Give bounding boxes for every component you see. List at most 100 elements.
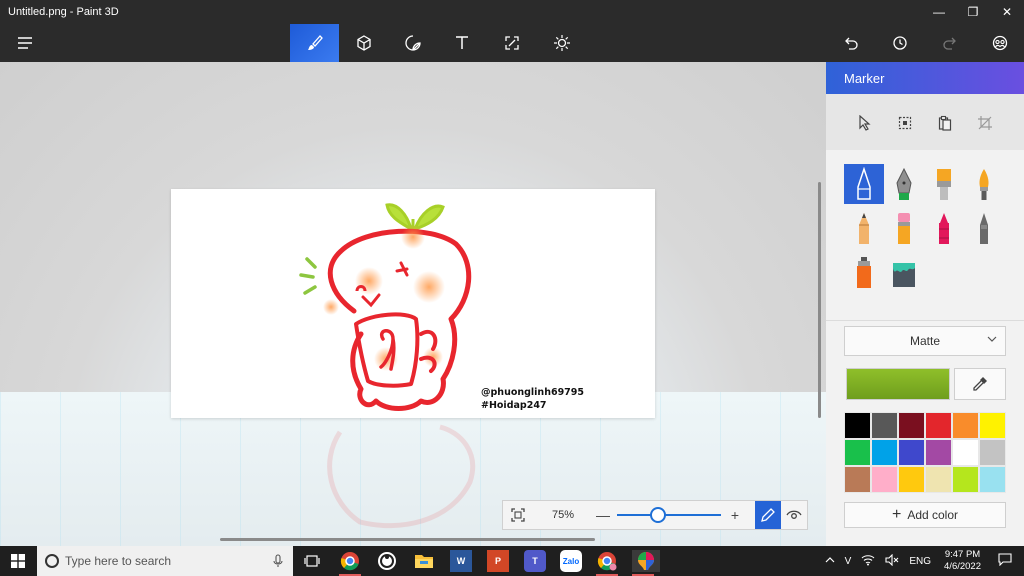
drawing-artwork: @phuonglinh69795 #Hoidap247	[299, 203, 584, 411]
taskbar-obs[interactable]	[376, 550, 398, 572]
undo-button[interactable]	[826, 24, 875, 62]
watermark-hashtag: #Hoidap247	[481, 400, 547, 411]
canvas-workspace[interactable]: @phuonglinh69795 #Hoidap247 75% — +	[0, 62, 826, 546]
network-button[interactable]	[861, 554, 875, 569]
tab-effects[interactable]	[537, 24, 586, 62]
brush-pencil[interactable]	[844, 208, 884, 248]
brush-spray-can[interactable]	[844, 252, 884, 292]
view-mode-button[interactable]	[781, 501, 807, 529]
community-icon	[992, 35, 1007, 51]
community-button[interactable]	[975, 24, 1024, 62]
color-swatch[interactable]	[844, 439, 871, 466]
taskbar-search[interactable]: Type here to search	[37, 546, 293, 576]
color-swatch[interactable]	[844, 466, 871, 493]
color-swatch[interactable]	[898, 466, 925, 493]
volume-button[interactable]	[885, 553, 899, 569]
color-swatch[interactable]	[979, 466, 1006, 493]
close-button[interactable]: ✕	[990, 0, 1024, 24]
finish-dropdown[interactable]: Matte	[844, 326, 1006, 356]
color-swatch[interactable]	[871, 412, 898, 439]
effects-icon	[553, 35, 570, 51]
drawing-canvas[interactable]: @phuonglinh69795 #Hoidap247	[171, 189, 655, 418]
tab-stickers[interactable]	[388, 24, 437, 62]
brush-watercolor[interactable]	[964, 164, 1004, 204]
notifications-button[interactable]	[998, 553, 1012, 569]
task-view-button[interactable]	[301, 550, 323, 572]
taskbar-word[interactable]: W	[450, 550, 472, 572]
brush-oil[interactable]	[924, 164, 964, 204]
eyedropper-button[interactable]	[954, 368, 1006, 400]
watermark-username: @phuonglinh69795	[481, 387, 584, 398]
brush-crayon[interactable]	[924, 208, 964, 248]
vertical-scrollbar[interactable]	[818, 182, 821, 418]
redo-button[interactable]	[925, 24, 974, 62]
taskbar-chrome-profile[interactable]	[596, 550, 618, 576]
fit-to-screen-button[interactable]	[503, 501, 533, 529]
current-color-swatch[interactable]	[846, 368, 950, 400]
color-swatch[interactable]	[952, 439, 979, 466]
brush-eraser[interactable]	[884, 208, 924, 248]
brush-calligraphy-pen[interactable]	[884, 164, 924, 204]
language-indicator[interactable]: ENG	[909, 556, 931, 567]
taskbar-file-explorer[interactable]	[413, 550, 435, 572]
clipboard-icon	[938, 115, 952, 131]
minimize-button[interactable]: —	[922, 0, 956, 24]
draw-mode-button[interactable]	[755, 501, 781, 529]
tab-canvas[interactable]	[487, 24, 536, 62]
start-button[interactable]	[0, 546, 36, 576]
ime-indicator[interactable]: V	[845, 556, 852, 567]
microphone-icon[interactable]	[273, 554, 283, 568]
color-swatch[interactable]	[898, 412, 925, 439]
title-bar: Untitled.png - Paint 3D — ❐ ✕	[0, 0, 1024, 24]
taskbar-teams[interactable]: T	[524, 550, 546, 572]
paste-tool-button[interactable]	[934, 112, 956, 134]
color-swatch[interactable]	[898, 439, 925, 466]
add-color-label: Add color	[907, 508, 959, 522]
restore-button[interactable]: ❐	[956, 0, 990, 24]
horizontal-scrollbar[interactable]	[220, 538, 595, 541]
zoom-slider-thumb[interactable]	[650, 507, 667, 523]
color-swatch[interactable]	[925, 439, 952, 466]
brush-fill[interactable]	[884, 252, 924, 292]
obs-icon	[378, 552, 396, 570]
taskbar-clock[interactable]: 9:47 PM 4/6/2022	[944, 549, 981, 573]
color-swatch[interactable]	[844, 412, 871, 439]
menu-button[interactable]	[0, 24, 49, 62]
tab-brushes[interactable]	[290, 24, 339, 62]
brush-panel: Marker Matte + Add color	[826, 62, 1024, 546]
watercolor-icon	[979, 169, 989, 200]
marquee-tool-button[interactable]	[894, 112, 916, 134]
brush-grid	[826, 150, 1024, 320]
notification-icon	[998, 553, 1012, 567]
select-tool-button[interactable]	[854, 112, 876, 134]
zoom-out-button[interactable]: —	[593, 507, 613, 523]
taskbar-chrome[interactable]	[339, 550, 361, 576]
paint-3d-icon	[638, 552, 654, 570]
tab-3d-shapes[interactable]	[339, 24, 388, 62]
color-swatch[interactable]	[979, 412, 1006, 439]
color-swatch[interactable]	[871, 439, 898, 466]
show-hidden-icons-button[interactable]	[825, 556, 835, 567]
brush-marker[interactable]	[844, 164, 884, 204]
zoom-slider[interactable]	[617, 507, 721, 523]
color-swatch[interactable]	[952, 412, 979, 439]
color-swatch[interactable]	[925, 412, 952, 439]
cursor-icon	[859, 115, 871, 131]
tab-text[interactable]	[437, 24, 486, 62]
oil-brush-icon	[937, 169, 951, 200]
color-swatch[interactable]	[925, 466, 952, 493]
history-button[interactable]	[875, 24, 924, 62]
taskbar-paint-3d[interactable]	[632, 550, 660, 576]
color-swatch[interactable]	[952, 466, 979, 493]
crop-tool-button[interactable]	[974, 112, 996, 134]
add-color-button[interactable]: + Add color	[844, 502, 1006, 528]
plus-icon: +	[891, 506, 902, 523]
brush-pixel-pen[interactable]	[964, 208, 1004, 248]
menu-icon	[17, 37, 32, 49]
zoom-in-button[interactable]: +	[725, 507, 745, 523]
taskbar-powerpoint[interactable]: P	[487, 550, 509, 572]
powerpoint-icon: P	[494, 556, 501, 566]
taskbar-zalo[interactable]: Zalo	[560, 550, 582, 572]
color-swatch[interactable]	[871, 466, 898, 493]
color-swatch[interactable]	[979, 439, 1006, 466]
